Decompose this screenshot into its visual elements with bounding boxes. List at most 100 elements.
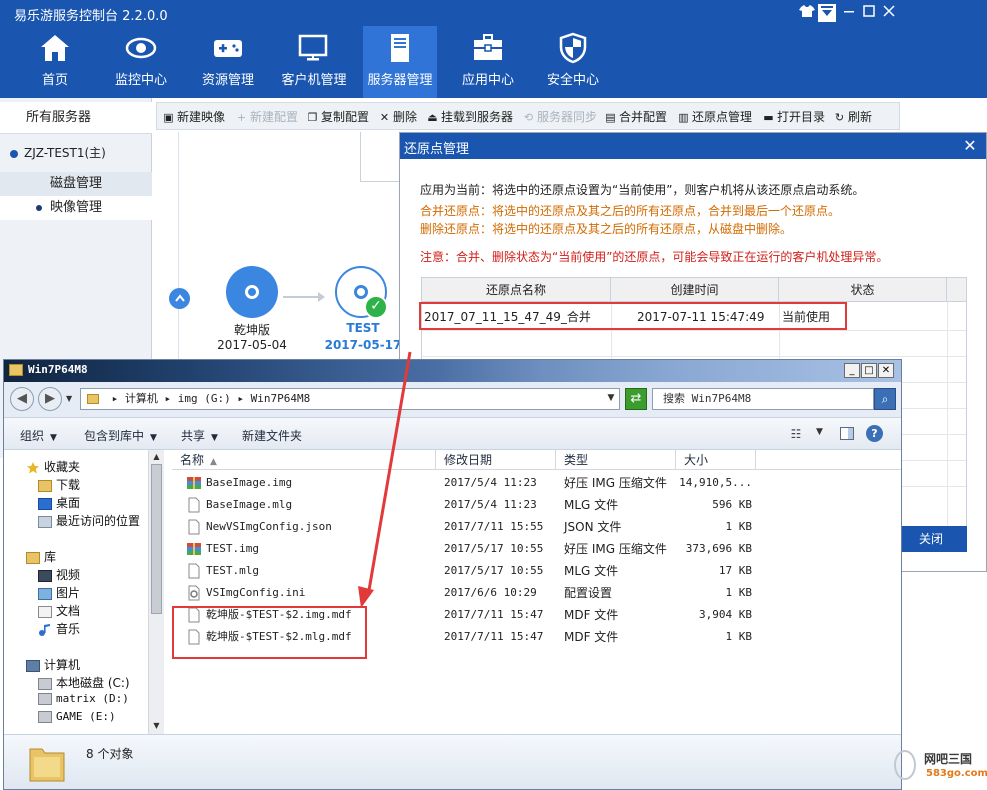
nav-security[interactable]: 安全中心: [532, 26, 614, 98]
menu-dropdown-icon[interactable]: [818, 4, 836, 22]
tree-music[interactable]: 音乐: [38, 620, 80, 637]
tree-favorites[interactable]: 收藏夹: [26, 458, 80, 475]
tree-videos[interactable]: 视频: [38, 566, 80, 583]
back-icon[interactable]: ◀: [10, 387, 34, 411]
minimize-icon[interactable]: _: [844, 363, 860, 378]
dialog-close-icon[interactable]: ✕: [960, 136, 980, 156]
new-config-button[interactable]: + 新建配置: [236, 108, 298, 125]
scroll-up-icon[interactable]: ▲: [150, 451, 163, 463]
search-input[interactable]: 搜索 Win7P64M8: [652, 388, 874, 410]
search-icon[interactable]: ⌕: [874, 388, 896, 410]
bullet-icon: [36, 204, 42, 211]
scroll-down-icon[interactable]: ▼: [150, 720, 163, 732]
table-row[interactable]: VSImgConfig.ini 2017/6/6 10:29 配置设置 1 KB: [172, 582, 901, 604]
mount-server-button[interactable]: ⏏ 挂载到服务器: [427, 108, 513, 125]
open-dir-button[interactable]: ▬ 打开目录: [763, 108, 825, 125]
sidebar-item-all-servers[interactable]: 所有服务器: [0, 102, 152, 134]
tree-drive-c[interactable]: 本地磁盘 (C:): [38, 674, 130, 691]
sidebar-item-image-management[interactable]: 映像管理: [0, 196, 152, 220]
new-image-button[interactable]: ▣ 新建映像: [163, 108, 225, 125]
column-header-time[interactable]: 创建时间: [611, 278, 779, 302]
sidebar-item-server[interactable]: ZJZ-TEST1(主): [0, 138, 152, 168]
forward-icon[interactable]: ▶: [38, 387, 62, 411]
breadcrumb-computer[interactable]: 计算机: [125, 392, 158, 405]
column-header-name[interactable]: 还原点名称: [422, 278, 611, 302]
tree-drive-d[interactable]: matrix (D:): [38, 692, 129, 705]
close-icon[interactable]: ✕: [878, 363, 894, 378]
close-icon[interactable]: [880, 4, 898, 22]
server-sync-button[interactable]: ⟲ 服务器同步: [523, 108, 597, 125]
node-name: TEST: [346, 321, 380, 335]
table-row[interactable]: TEST.mlg 2017/5/17 10:55 MLG 文件 17 KB: [172, 560, 901, 582]
image-node-qiankun[interactable]: [226, 266, 278, 318]
timeline-line: [178, 132, 179, 362]
checkmark-icon: ✓: [364, 295, 388, 319]
watermark-url: 583go.com: [926, 768, 987, 779]
maximize-icon[interactable]: [860, 4, 878, 22]
table-row[interactable]: TEST.img 2017/5/17 10:55 好压 IMG 压缩文件 373…: [172, 538, 901, 560]
column-header-date[interactable]: 修改日期: [436, 450, 556, 470]
help-icon[interactable]: ?: [866, 425, 883, 442]
nav-clients[interactable]: 客户机管理: [272, 26, 356, 98]
tree-label: 桌面: [56, 496, 81, 510]
new-image-icon: ▣: [163, 111, 174, 124]
tree-computer[interactable]: 计算机: [26, 656, 80, 673]
explorer-window: Win7P64M8 _ □ ✕ ◀ ▶ ▼ ▸ 计算机 ▸ img (G:) ▸…: [3, 359, 902, 790]
tree-downloads[interactable]: 下载: [38, 476, 80, 493]
new-folder-button[interactable]: 新建文件夹: [242, 427, 302, 444]
file-date: 2017/7/11 15:55: [444, 520, 544, 533]
minimize-icon[interactable]: [840, 4, 858, 22]
tree-desktop[interactable]: 桌面: [38, 494, 80, 511]
column-header-type[interactable]: 类型: [556, 450, 676, 470]
tree-recent[interactable]: 最近访问的位置: [38, 512, 140, 529]
scroll-thumb[interactable]: [151, 464, 162, 614]
collapse-button[interactable]: [169, 288, 190, 309]
chevron-down-icon: ▼: [50, 433, 57, 443]
share-menu[interactable]: 共享 ▼: [181, 427, 218, 444]
merge-config-button[interactable]: ▤ 合并配置: [605, 108, 667, 125]
chevron-down-icon[interactable]: ▼: [816, 427, 823, 437]
column-header-size[interactable]: 大小: [676, 450, 756, 470]
sync-icon: ⟲: [523, 111, 534, 124]
copy-config-button[interactable]: ❐ 复制配置: [307, 108, 369, 125]
nav-home[interactable]: 首页: [14, 26, 96, 98]
tree-scrollbar[interactable]: ▲ ▼: [148, 450, 164, 734]
preview-pane-icon[interactable]: [840, 427, 854, 440]
organize-menu[interactable]: 组织 ▼: [20, 427, 57, 444]
tree-pictures[interactable]: 图片: [38, 584, 80, 601]
close-button[interactable]: 关闭: [895, 526, 967, 552]
address-input[interactable]: ▸ 计算机 ▸ img (G:) ▸ Win7P64M8: [80, 388, 620, 410]
delete-button[interactable]: ✕ 删除: [379, 108, 417, 125]
history-dropdown-icon[interactable]: ▼: [66, 394, 72, 403]
refresh-icon[interactable]: ⇄: [625, 388, 647, 410]
file-size: 373,696 KB: [685, 542, 752, 555]
nav-servers[interactable]: 服务器管理: [363, 26, 437, 98]
tree-drive-e[interactable]: GAME (E:): [38, 710, 116, 723]
breadcrumb-drive[interactable]: img (G:): [178, 392, 231, 405]
maximize-icon[interactable]: □: [861, 363, 877, 378]
item-count: 8 个对象: [86, 747, 134, 761]
button-label: 打开目录: [777, 110, 826, 124]
view-options-icon[interactable]: ☷: [788, 427, 804, 441]
table-row[interactable]: BaseImage.mlg 2017/5/4 11:23 MLG 文件 596 …: [172, 494, 901, 516]
refresh-button[interactable]: ↻ 刷新: [834, 108, 872, 125]
tree-libraries[interactable]: 库: [26, 548, 56, 565]
breadcrumb-folder[interactable]: Win7P64M8: [251, 392, 311, 405]
nav-monitor[interactable]: 监控中心: [100, 26, 182, 98]
nav-resources[interactable]: 资源管理: [187, 26, 269, 98]
column-header-status[interactable]: 状态: [779, 278, 947, 302]
skin-icon[interactable]: [798, 4, 816, 22]
restore-point-button[interactable]: ▥ 还原点管理: [678, 108, 752, 125]
node-date: 2017-05-04: [217, 338, 287, 352]
table-row[interactable]: BaseImage.img 2017/5/4 11:23 好压 IMG 压缩文件…: [172, 472, 901, 494]
tree-documents[interactable]: 文档: [38, 602, 80, 619]
file-type: 好压 IMG 压缩文件: [564, 476, 667, 490]
table-row[interactable]: NewVSImgConfig.json 2017/7/11 15:55 JSON…: [172, 516, 901, 538]
node-name: 乾坤版: [233, 323, 270, 337]
sidebar-item-disk-management[interactable]: 磁盘管理: [0, 172, 152, 196]
nav-apps[interactable]: 应用中心: [447, 26, 529, 98]
address-dropdown-icon[interactable]: ▼: [604, 388, 618, 408]
file-list-header: 名称 ▲ 修改日期 类型 大小: [172, 450, 901, 470]
include-library-menu[interactable]: 包含到库中 ▼: [84, 427, 157, 444]
column-header-name[interactable]: 名称 ▲: [172, 450, 436, 470]
